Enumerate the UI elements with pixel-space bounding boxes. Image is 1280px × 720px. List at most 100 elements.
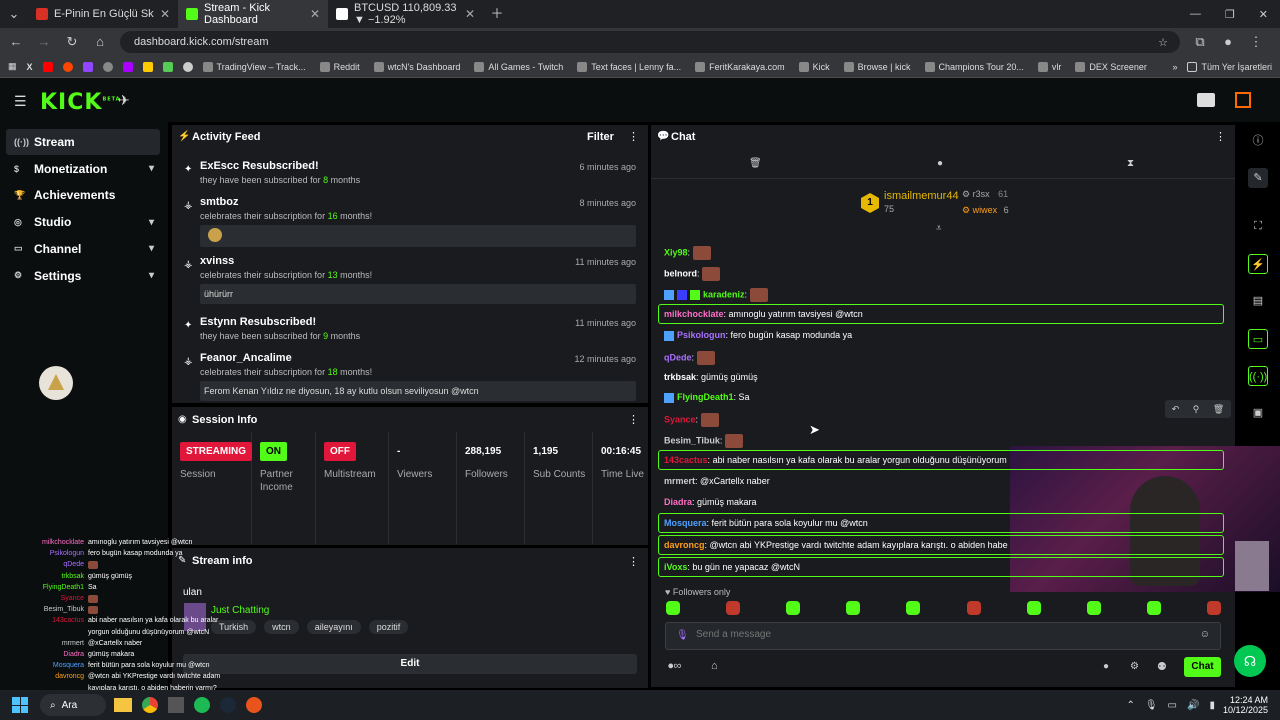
bookmark-icon[interactable] (182, 61, 193, 72)
chat-username[interactable]: trkbsak (664, 372, 696, 382)
star-icon[interactable]: ☆ (1158, 36, 1168, 49)
chat-message-field[interactable] (696, 629, 1176, 640)
store-icon[interactable]: ⌂ (711, 660, 718, 672)
sidebar-item-stream[interactable]: ((·)) Stream (6, 129, 160, 155)
chat-username[interactable]: karadeniz (703, 289, 745, 299)
chat-username[interactable]: qDede (664, 352, 692, 362)
filter-button[interactable]: Filter (587, 131, 614, 143)
tab-pinterest[interactable]: E-Pinin En Güçlü Skilli - Pindin... ✕ (28, 0, 178, 28)
info-icon[interactable]: ⓘ (1248, 131, 1268, 151)
file-explorer-icon[interactable] (114, 698, 132, 712)
app-icon[interactable] (168, 697, 184, 713)
delete-icon[interactable]: 🗑 (1213, 400, 1224, 418)
reload-icon[interactable]: ↻ (64, 34, 80, 50)
emote-icon[interactable] (1026, 601, 1041, 615)
emote-icon[interactable] (1086, 601, 1101, 615)
bookmark-item[interactable]: FeritKarakaya.com (695, 61, 785, 72)
edit-button[interactable]: Edit (183, 654, 637, 674)
emote-icon[interactable] (906, 601, 921, 615)
battery-icon[interactable]: ▮ (1209, 700, 1215, 711)
url-field[interactable]: dashboard.kick.com/stream ☆ (120, 31, 1180, 53)
hourglass-icon[interactable]: ⧗ (1127, 158, 1134, 169)
menu-dots-icon[interactable]: ⋮ (1248, 34, 1264, 50)
chat-username[interactable]: Xiy98 (664, 247, 688, 257)
camera-icon[interactable] (1197, 93, 1215, 107)
chat-username[interactable]: Psikologun (677, 330, 726, 340)
bolt-icon[interactable]: ⚡ (1248, 254, 1268, 274)
windows-start-icon[interactable] (12, 697, 28, 713)
sidebar-item-monetization[interactable]: $ Monetization ▾ (6, 156, 160, 182)
network-icon[interactable]: ▭ (1168, 700, 1177, 711)
layout-icon[interactable]: ▣ (1248, 403, 1268, 423)
bookmark-icon[interactable] (142, 61, 153, 72)
trash-icon[interactable]: 🗑 (749, 158, 762, 169)
document-icon[interactable]: ▤ (1248, 291, 1268, 311)
tag-chip[interactable]: pozitif (368, 620, 409, 634)
close-window-icon[interactable]: ✕ (1259, 8, 1268, 21)
bookmark-item[interactable]: vlr (1037, 61, 1061, 72)
emote-icon[interactable] (846, 601, 861, 615)
chat-settings-icon[interactable]: ● (1103, 661, 1109, 672)
emote-icon[interactable] (786, 601, 801, 615)
close-icon[interactable]: ✕ (310, 7, 320, 21)
bookmark-item[interactable]: Kick (798, 61, 830, 72)
extension-icon[interactable]: ⧉ (1192, 34, 1208, 50)
forward-icon[interactable]: → (36, 34, 52, 50)
people-icon[interactable]: ⚉ (1157, 660, 1167, 673)
collapse-icon[interactable]: ⩡ (936, 223, 942, 234)
bookmark-item[interactable]: Text faces | Lenny fa... (577, 61, 681, 72)
channel-avatar-icon[interactable] (1235, 92, 1251, 108)
sidebar-item-channel[interactable]: ▭ Channel ▾ (6, 236, 160, 262)
broadcast-icon[interactable]: ((·)) (1248, 366, 1268, 386)
volume-icon[interactable]: 🔊 (1187, 700, 1199, 711)
chat-username[interactable]: belnord (664, 268, 697, 278)
support-headset-icon[interactable]: ☊ (1234, 645, 1266, 677)
bookmark-item[interactable]: TradingView – Track... (202, 61, 306, 72)
reddit-small-icon[interactable] (62, 61, 73, 72)
reply-icon[interactable]: ↶ (1172, 400, 1180, 418)
youtube-icon[interactable] (42, 61, 53, 72)
rocket-icon[interactable]: ✈ (118, 92, 130, 109)
emote-icon[interactable] (666, 601, 680, 615)
bookmark-item[interactable]: Browse | kick (843, 61, 911, 72)
bookmark-item[interactable]: Reddit (319, 61, 360, 72)
yahoo-icon[interactable] (122, 61, 133, 72)
x-icon[interactable]: X (27, 62, 33, 72)
gifter-2[interactable]: ⚙ r3sx 61 (962, 189, 1008, 200)
minimize-icon[interactable]: — (1190, 8, 1201, 21)
tab-btcusd[interactable]: BTCUSD 110,809.33 ▼ −1.92% ✕ (328, 0, 483, 28)
activity-icon[interactable]: ⦁∞ (668, 660, 681, 673)
profile-icon[interactable]: ● (1220, 34, 1236, 50)
emote-icon[interactable] (1206, 601, 1221, 615)
obs-icon[interactable] (246, 697, 262, 713)
pin-icon[interactable]: ⚲ (1193, 400, 1200, 418)
tray-expand-icon[interactable]: ⌃ (1126, 700, 1134, 711)
emote-icon[interactable] (726, 601, 741, 615)
menu-dots-icon[interactable]: ⋮ (628, 413, 639, 426)
chat-username[interactable]: Mosquera (664, 518, 707, 528)
gifter-3[interactable]: ⚙ wiwex 6 (962, 205, 1009, 216)
globe-icon[interactable] (102, 61, 113, 72)
maximize-icon[interactable]: ❐ (1225, 8, 1235, 21)
screenshot-icon[interactable]: ⛶ (1248, 216, 1268, 236)
more-bookmarks-icon[interactable]: » (1172, 62, 1177, 72)
message-icon[interactable]: ● (937, 158, 943, 169)
kick-logo[interactable]: KICKBETA (40, 90, 121, 115)
back-icon[interactable]: ← (8, 34, 24, 50)
chat-username[interactable]: 143cactus (664, 455, 708, 465)
taskbar-clock[interactable]: 12:24 AM 10/12/2025 (1223, 695, 1268, 715)
menu-dots-icon[interactable]: ⋮ (628, 130, 639, 143)
twitch-small-icon[interactable] (82, 61, 93, 72)
bookmark-item[interactable]: All Games - Twitch (474, 61, 563, 72)
sidebar-item-achievements[interactable]: 🏆 Achievements (6, 182, 160, 208)
chat-username[interactable]: Besim_Tibuk (664, 435, 720, 445)
tab-search-icon[interactable]: ⌄ (6, 6, 22, 22)
mic-icon[interactable]: 🎙 (1145, 700, 1158, 711)
taskbar-search[interactable]: ⌕ Ara (40, 694, 106, 716)
emote-icon[interactable] (966, 601, 981, 615)
bookmark-icon[interactable] (162, 61, 173, 72)
close-icon[interactable]: ✕ (465, 7, 475, 21)
category-name[interactable]: Just Chatting (211, 605, 269, 616)
chat-username[interactable]: milkchocklate (664, 309, 724, 319)
tab-kick-dashboard[interactable]: Stream - Kick Dashboard ✕ (178, 0, 328, 28)
